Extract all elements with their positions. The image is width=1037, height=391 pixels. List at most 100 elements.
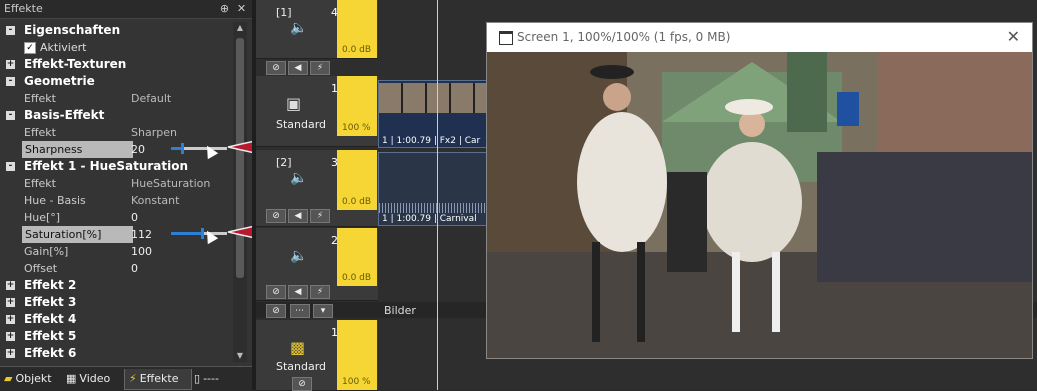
property-label: Gain[%]: [24, 245, 69, 258]
scroll-up-icon[interactable]: ▲: [233, 22, 247, 34]
level-bar: 0.0 dB: [337, 150, 377, 210]
window-icon: [499, 31, 513, 45]
section-header[interactable]: + Effekt 4: [4, 311, 230, 328]
property-row[interactable]: Hue[°] 0: [4, 209, 230, 226]
section-label: Effekt 4: [24, 312, 77, 326]
effect-icon[interactable]: ⚡: [310, 209, 330, 223]
screen-titlebar: Screen 1, 100%/100% (1 fps, 0 MB) ✕: [487, 23, 1032, 51]
property-row[interactable]: ✓ Aktiviert: [4, 39, 230, 56]
speaker-small-icon[interactable]: ◀: [288, 285, 308, 299]
collapse-icon[interactable]: -: [6, 111, 15, 120]
checkbox-aktiviert[interactable]: ✓: [24, 42, 36, 54]
tab-other[interactable]: ▯ ----: [194, 369, 246, 389]
expand-icon[interactable]: +: [6, 281, 15, 290]
section-label: Effekt-Texturen: [24, 57, 127, 71]
speaker-small-icon[interactable]: ◀: [288, 61, 308, 75]
scroll-down-icon[interactable]: ▼: [233, 350, 247, 362]
collapse-icon[interactable]: -: [6, 77, 15, 86]
property-value[interactable]: 0: [131, 260, 138, 277]
section-header[interactable]: + Effekt-Texturen: [4, 56, 230, 73]
property-list: - Eigenschaften ✓ Aktiviert + Effekt-Texturen…: [4, 22, 230, 362]
section-header[interactable]: - Effekt 1 - HueSaturation: [4, 158, 230, 175]
property-value[interactable]: 112: [131, 226, 152, 243]
tab-effekte[interactable]: ⚡ Effekte: [124, 369, 192, 390]
property-row[interactable]: Effekt HueSaturation: [4, 175, 230, 192]
audio-clip[interactable]: 1 | 1:00.79 | Carnival: [378, 152, 488, 226]
slider-row[interactable]: Sharpness 20: [4, 141, 230, 160]
playhead[interactable]: [437, 0, 438, 390]
object-icon: ▰: [4, 372, 13, 385]
section-header[interactable]: + Effekt 3: [4, 294, 230, 311]
collapse-icon[interactable]: -: [6, 162, 15, 171]
track-image-1[interactable]: 1 ▩ Standard 100 % ⊘: [256, 320, 378, 391]
expand-icon[interactable]: +: [6, 298, 15, 307]
mute-icon[interactable]: ⊘: [266, 61, 286, 75]
property-value[interactable]: Default: [131, 90, 171, 107]
close-icon[interactable]: ✕: [234, 1, 249, 16]
video-track-icon: ▣: [286, 94, 302, 113]
section-header[interactable]: - Geometrie: [4, 73, 230, 90]
property-row[interactable]: Hue - Basis Konstant: [4, 192, 230, 209]
property-row[interactable]: Effekt Default: [4, 90, 230, 107]
section-header[interactable]: + Effekt 5: [4, 328, 230, 345]
track-video-1[interactable]: 1 ▣ Standard 100 %: [256, 76, 378, 147]
tab-objekt[interactable]: ▰ Objekt: [4, 369, 62, 389]
screen-window: Screen 1, 100%/100% (1 fps, 0 MB) ✕: [486, 22, 1033, 359]
slider-knob[interactable]: [181, 143, 185, 154]
property-label: Hue[°]: [24, 211, 61, 224]
property-label: Sharpness: [22, 141, 133, 158]
property-label: Effekt: [24, 92, 56, 105]
video-preview: [487, 52, 1032, 358]
property-row[interactable]: Offset 0: [4, 260, 230, 277]
effect-icon[interactable]: ⚡: [310, 61, 330, 75]
property-value[interactable]: 20: [131, 141, 145, 158]
chevron-down-icon[interactable]: ▾: [313, 304, 333, 318]
waveform: [379, 203, 487, 213]
video-icon: ▦: [66, 372, 77, 385]
pin-icon[interactable]: ⊕: [217, 1, 232, 16]
track-audio-3[interactable]: 2 🔈 0.0 dB ⊘ ◀ ⚡: [256, 228, 378, 301]
mute-icon[interactable]: ⊘: [266, 304, 286, 318]
property-row[interactable]: Gain[%] 100: [4, 243, 230, 260]
expand-icon[interactable]: +: [6, 315, 15, 324]
tab-video[interactable]: ▦ Video: [66, 369, 122, 389]
value-slider[interactable]: [171, 228, 227, 239]
track-audio-2[interactable]: [2] 3 🔈 0.0 dB ⊘ ◀ ⚡: [256, 150, 378, 227]
level-bar: 100 %: [337, 76, 377, 136]
section-header[interactable]: + Effekt 6: [4, 345, 230, 362]
mute-icon[interactable]: ⊘: [266, 285, 286, 299]
property-value[interactable]: HueSaturation: [131, 175, 210, 192]
property-label: Effekt: [24, 177, 56, 190]
close-icon[interactable]: ✕: [1007, 27, 1020, 46]
expand-icon[interactable]: +: [6, 60, 15, 69]
section-label: Effekt 2: [24, 278, 77, 292]
speaker-small-icon[interactable]: ◀: [288, 209, 308, 223]
track-audio-1[interactable]: [1] 4 🔈 0.0 dB ⊘ ◀ ⚡: [256, 0, 378, 75]
mute-icon[interactable]: ⊘: [266, 209, 286, 223]
property-row[interactable]: Effekt Sharpen: [4, 124, 230, 141]
property-value[interactable]: 100: [131, 243, 152, 260]
lightning-icon: ⚡: [129, 372, 137, 385]
slider-row[interactable]: Saturation[%] 112: [4, 226, 230, 245]
collapse-icon[interactable]: -: [6, 26, 15, 35]
effects-panel: Effekte ⊕ ✕ - Eigenschaften ✓ Aktiviert + Eff…: [0, 0, 252, 391]
property-value[interactable]: Konstant: [131, 192, 179, 209]
preview-image: [487, 52, 1032, 358]
property-value[interactable]: 0: [131, 209, 138, 226]
property-label: Hue - Basis: [24, 194, 86, 207]
level-bar: 0.0 dB: [337, 0, 377, 58]
expand-icon[interactable]: +: [6, 332, 15, 341]
effect-icon[interactable]: ⚡: [310, 285, 330, 299]
expand-icon[interactable]: +: [6, 349, 15, 358]
section-header[interactable]: - Eigenschaften: [4, 22, 230, 39]
dots-icon[interactable]: ⋯: [289, 304, 310, 318]
value-slider[interactable]: [171, 143, 227, 154]
property-value[interactable]: Sharpen: [131, 124, 177, 141]
panel-titlebar: Effekte ⊕ ✕: [0, 0, 252, 19]
mute-icon[interactable]: ⊘: [292, 377, 312, 391]
panel-tabs: ▰ Objekt ▦ Video ⚡ Effekte ▯ ----: [0, 366, 252, 391]
section-header[interactable]: + Effekt 2: [4, 277, 230, 294]
screen-title: Screen 1, 100%/100% (1 fps, 0 MB): [517, 30, 731, 44]
section-header[interactable]: - Basis-Effekt: [4, 107, 230, 124]
video-clip[interactable]: 1 | 1:00.79 | Fx2 | Car: [378, 80, 488, 148]
